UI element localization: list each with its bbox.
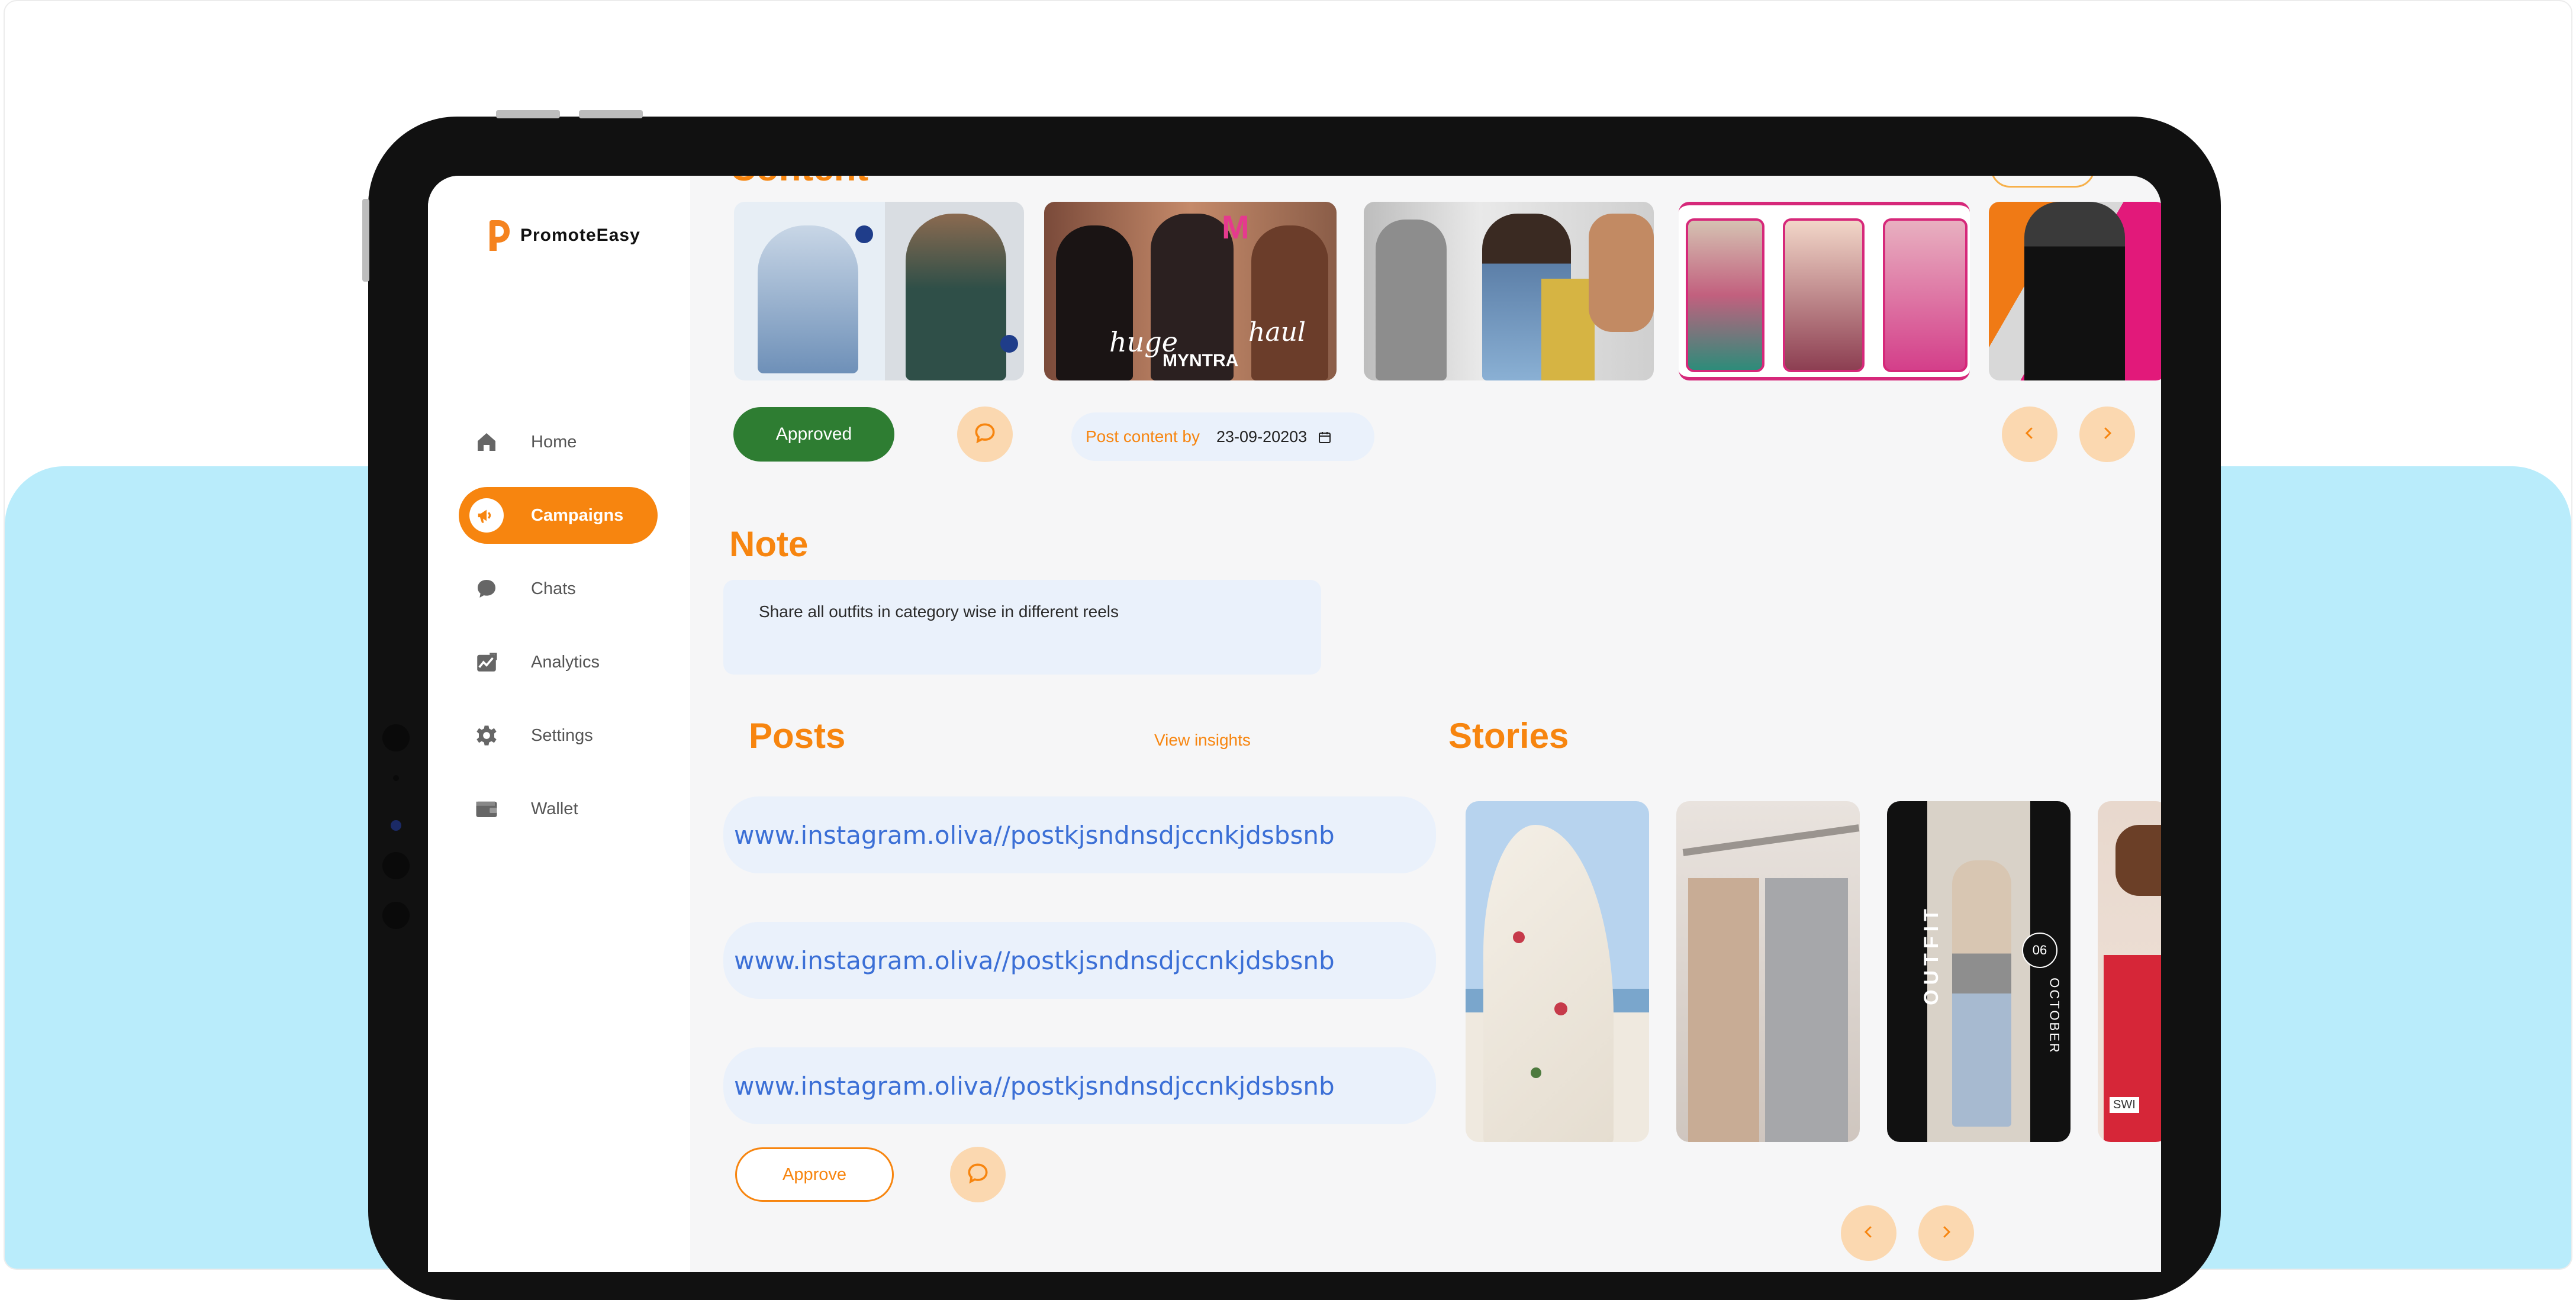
story-thumbnail[interactable]: OUTFIT 06 OCTOBER (1887, 801, 2071, 1142)
analytics-icon (473, 649, 500, 676)
chevron-right-icon (1937, 1223, 1955, 1243)
content-thumbnail[interactable] (1679, 202, 1970, 380)
logo-icon (490, 220, 514, 251)
sidebar-item-label: Wallet (531, 799, 578, 818)
post-link-text[interactable]: www.instagram.oliva//postkjsndnsdjccnkjd… (734, 821, 1335, 850)
sidebar-nav: Home Campaigns Chats Analytics Settings … (459, 414, 658, 854)
content-comment-button[interactable] (957, 407, 1013, 462)
post-by-label: Post content by (1086, 427, 1200, 446)
chevron-left-icon (1860, 1223, 1878, 1243)
story-overlay-text: SWI (2110, 1097, 2139, 1113)
camera-dot (393, 775, 399, 781)
sidebar-item-settings[interactable]: Settings (459, 707, 658, 764)
camera-lens (391, 820, 401, 831)
posts-comment-button[interactable] (950, 1147, 1006, 1202)
sidebar-item-label: Settings (531, 725, 593, 745)
tablet-button (579, 110, 643, 118)
stories-next-button[interactable] (1918, 1205, 1974, 1261)
content-thumbnail[interactable] (1989, 202, 2161, 380)
tablet-button (362, 199, 369, 282)
megaphone-icon (469, 498, 504, 533)
tablet-button (496, 110, 560, 118)
sidebar-item-campaigns[interactable]: Campaigns (459, 487, 658, 544)
content-thumbnail[interactable] (734, 202, 1024, 380)
content-prev-button[interactable] (2002, 407, 2057, 462)
post-link[interactable]: www.instagram.oliva//postkjsndnsdjccnkjd… (723, 922, 1436, 999)
chevron-right-icon (2098, 424, 2116, 444)
story-overlay-text: OUTFIT (1920, 904, 1943, 1005)
content-thumbnail[interactable]: M huge haul MYNTRA (1044, 202, 1337, 380)
story-thumbnail[interactable] (1676, 801, 1860, 1142)
post-link-text[interactable]: www.instagram.oliva//postkjsndnsdjccnkjd… (734, 946, 1335, 975)
sidebar-item-label: Home (531, 432, 577, 451)
post-by-date[interactable]: 23-09-20203 (1216, 428, 1307, 446)
sidebar-item-label: Analytics (531, 652, 600, 672)
sidebar: PromoteEasy Home Campaigns Chats Analyti… (428, 176, 690, 1272)
note-text: Share all outfits in category wise in di… (759, 602, 1119, 621)
approve-button[interactable]: Approve (735, 1147, 894, 1202)
post-content-by: Post content by 23-09-20203 (1071, 412, 1374, 461)
brand-name: PromoteEasy (520, 225, 640, 245)
content-next-button[interactable] (2079, 407, 2135, 462)
note-title: Note (729, 524, 809, 564)
myntra-logo: M (1222, 208, 1250, 246)
note-box: Share all outfits in category wise in di… (723, 580, 1321, 675)
thumbnail-caption: MYNTRA (1163, 351, 1239, 370)
chevron-left-icon (2021, 424, 2039, 444)
chat-bubble-icon (972, 420, 998, 449)
stories-prev-button[interactable] (1841, 1205, 1896, 1261)
app-screen: PromoteEasy Home Campaigns Chats Analyti… (428, 176, 2161, 1272)
brand-logo[interactable]: PromoteEasy (490, 220, 640, 251)
post-link[interactable]: www.instagram.oliva//postkjsndnsdjccnkjd… (723, 1047, 1436, 1124)
approved-status-button[interactable]: Approved (733, 407, 894, 462)
story-overlay-text: OCTOBER (2047, 978, 2062, 1054)
sidebar-item-label: Chats (531, 579, 576, 598)
story-thumbnail[interactable]: SWI (2098, 801, 2161, 1142)
content-thumbnail[interactable] (1364, 202, 1654, 380)
post-link[interactable]: www.instagram.oliva//postkjsndnsdjccnkjd… (723, 796, 1436, 873)
gear-icon (473, 722, 500, 749)
sidebar-item-chats[interactable]: Chats (459, 560, 658, 617)
sidebar-item-analytics[interactable]: Analytics (459, 634, 658, 691)
view-insights-link[interactable]: View insights (1154, 731, 1251, 750)
camera-dot (382, 852, 410, 879)
thumbnail-caption: haul (1248, 317, 1306, 347)
story-day-badge: 06 (2022, 933, 2057, 968)
camera-dot (382, 902, 410, 929)
calendar-icon[interactable] (1318, 430, 1331, 443)
sidebar-item-wallet[interactable]: Wallet (459, 780, 658, 837)
sidebar-item-label: Campaigns (531, 505, 624, 525)
chat-bubble-icon (473, 575, 500, 602)
home-icon (473, 428, 500, 456)
sidebar-item-home[interactable]: Home (459, 414, 658, 470)
post-link-text[interactable]: www.instagram.oliva//postkjsndnsdjccnkjd… (734, 1072, 1335, 1101)
camera-dot (382, 724, 410, 751)
story-thumbnail[interactable] (1466, 801, 1649, 1142)
posts-title: Posts (749, 716, 846, 756)
content-section-title: Content (730, 176, 868, 189)
chat-bubble-icon (965, 1160, 991, 1189)
wallet-icon (473, 795, 500, 822)
stories-title: Stories (1448, 716, 1569, 756)
top-action-pill[interactable] (1991, 176, 2095, 188)
